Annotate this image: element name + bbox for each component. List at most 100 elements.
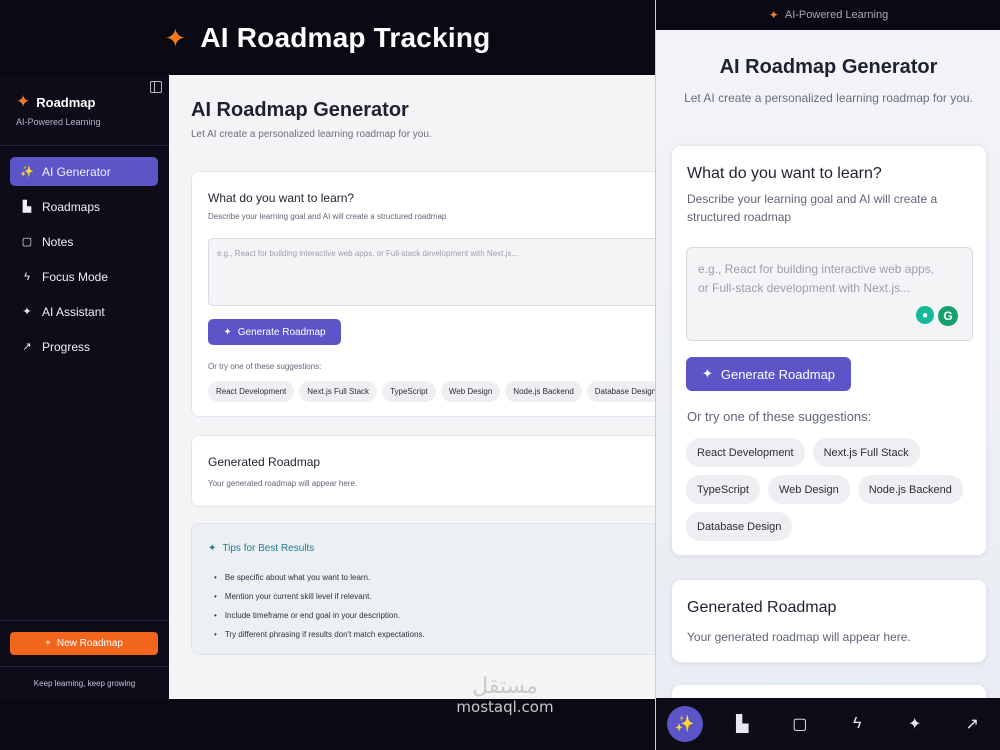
tips-list: Be specific about what you want to learn… [214,568,425,644]
tip-item: Be specific about what you want to learn… [214,568,425,587]
divider [0,145,169,146]
sparkles-icon: ✦ [22,306,32,318]
learn-card-heading: What do you want to learn? [208,191,355,205]
sidebar-nav: ✨ AI Generator ▙ Roadmaps ▢ Notes ϟ Focu… [10,157,158,367]
suggestion-chip[interactable]: Next.js Full Stack [812,438,920,467]
suggestion-chip[interactable]: Next.js Full Stack [299,381,378,402]
nav-focus-mode[interactable]: ϟ [839,706,875,742]
generate-roadmap-label: Generate Roadmap [237,326,326,338]
sidebar-item-notes[interactable]: ▢ Notes [10,227,158,256]
mobile-generate-label: Generate Roadmap [720,366,836,382]
mobile-generated-heading: Generated Roadmap [687,599,837,616]
mobile-top-bar: ✦ AI-Powered Learning [656,0,1000,30]
suggestion-chip[interactable]: Database Design [586,381,655,402]
suggestion-chip[interactable]: Node.js Backend [505,381,582,402]
new-roadmap-button[interactable]: + New Roadmap [10,632,158,655]
mobile-suggestions-label: Or try one of these suggestions: [687,409,872,424]
brand: ✦ Roadmap [16,92,95,112]
placeholder-line: e.g., React for building interactive web… [698,262,935,276]
mobile-generated-roadmap-card: Generated Roadmap Your generated roadmap… [671,579,987,663]
sidebar-item-label: Notes [42,234,74,249]
mobile-suggestion-chips: React Development Next.js Full Stack Typ… [686,438,981,541]
sidebar-item-label: Roadmaps [42,199,101,214]
watermark-arabic: مستقل [472,674,538,699]
brand-subtitle: AI-Powered Learning [16,117,101,127]
nav-notes[interactable]: ▢ [782,706,818,742]
generated-roadmap-heading: Generated Roadmap [208,455,321,469]
sparkles-icon: ✦ [16,92,31,111]
sidebar-item-label: AI Generator [42,164,111,179]
suggestion-chips: React Development Next.js Full Stack Typ… [208,381,655,402]
sidebar-footer: Keep learning, keep growing [33,679,136,688]
mobile-page-subtitle: Let AI create a personalized learning ro… [684,91,973,105]
learn-card: What do you want to learn? Describe your… [191,171,655,417]
learning-goal-input[interactable]: e.g., React for building interactive web… [208,238,655,306]
divider [0,666,169,667]
sidebar-item-label: AI Assistant [42,304,105,319]
mobile-view: ✦ AI-Powered Learning AI Roadmap Generat… [655,0,1000,750]
banner: ✦ AI Roadmap Tracking [0,0,655,75]
mobile-learn-description: Describe your learning goal and AI will … [687,192,938,224]
tip-item: Mention your current skill level if rele… [214,587,425,606]
mobile-learn-card: What do you want to learn? Describe your… [671,145,987,556]
trend-icon: ↗ [22,341,32,353]
watermark: مستقل mostaql.com [425,676,585,715]
sidebar-item-roadmaps[interactable]: ▙ Roadmaps [10,192,158,221]
sparkles-icon: ✦ [768,8,779,22]
bar-chart-icon: ▙ [736,716,749,733]
lightning-icon: ϟ [853,715,862,732]
sidebar-item-ai-generator[interactable]: ✨ AI Generator [10,157,158,186]
suggestion-chip[interactable]: TypeScript [382,381,436,402]
placeholder-line: or Full-stack development with Next.js..… [698,281,911,295]
nav-roadmaps[interactable]: ▙ [724,706,760,742]
sparkles-icon: ✦ [164,22,187,53]
mobile-learning-goal-input[interactable]: e.g., React for building interactive web… [686,247,973,341]
sparkles-icon: ✦ [701,366,713,381]
generate-roadmap-button[interactable]: ✦ Generate Roadmap [208,319,341,345]
suggestion-chip[interactable]: React Development [686,438,805,467]
wand-icon: ✨ [674,716,695,733]
suggestion-chip[interactable]: TypeScript [686,475,760,504]
mobile-top-label: AI-Powered Learning [784,9,889,21]
suggestion-chip[interactable]: Database Design [686,512,793,541]
book-icon: ▢ [792,716,808,733]
banner-title: AI Roadmap Tracking [200,21,491,53]
nav-ai-generator[interactable]: ✨ [666,706,703,742]
mobile-generate-roadmap-button[interactable]: ✦ Generate Roadmap [686,357,851,391]
tip-item: Try different phrasing if results don't … [214,625,425,644]
sidebar-item-ai-assistant[interactable]: ✦ AI Assistant [10,297,158,326]
suggestion-chip[interactable]: Node.js Backend [857,475,963,504]
sidebar-collapse-icon[interactable] [150,81,162,93]
new-roadmap-label: New Roadmap [56,638,123,649]
sidebar-item-focus-mode[interactable]: ϟ Focus Mode [10,262,158,291]
nav-ai-assistant[interactable]: ✦ [897,706,933,742]
brand-title: Roadmap [36,94,96,110]
nav-progress[interactable]: ↗ [954,706,990,742]
sparkles-icon: ✦ [908,716,922,733]
watermark-latin: mostaql.com [456,698,554,716]
extension-icons: ● G [916,306,958,326]
mobile-bottom-nav: ✨ ▙ ▢ ϟ ✦ ↗ [656,698,1000,750]
sparkles-icon: ✦ [223,326,232,338]
suggestion-chip[interactable]: React Development [208,381,295,402]
tips-heading-label: Tips for Best Results [222,543,315,554]
trend-icon: ↗ [965,716,979,733]
suggestion-chip[interactable]: Web Design [440,381,501,402]
divider [0,620,169,621]
bar-chart-icon: ▙ [22,201,32,213]
sidebar-item-progress[interactable]: ↗ Progress [10,332,158,361]
page-title: AI Roadmap Generator [191,99,409,121]
lightbulb-icon[interactable]: ● [916,306,934,324]
mobile-learn-heading: What do you want to learn? [687,165,882,182]
sparkles-icon: ✦ [208,543,217,554]
suggestion-chip[interactable]: Web Design [767,475,850,504]
sidebar-item-label: Focus Mode [42,269,109,284]
generated-roadmap-text: Your generated roadmap will appear here. [208,479,358,488]
grammarly-icon[interactable]: G [938,306,958,326]
mobile-page-title: AI Roadmap Generator [719,56,938,78]
learn-card-description: Describe your learning goal and AI will … [208,212,447,221]
book-icon: ▢ [21,236,33,248]
mobile-generated-text: Your generated roadmap will appear here. [687,630,911,644]
plus-icon: + [45,638,51,649]
tips-heading: ✦ Tips for Best Results [208,543,314,554]
